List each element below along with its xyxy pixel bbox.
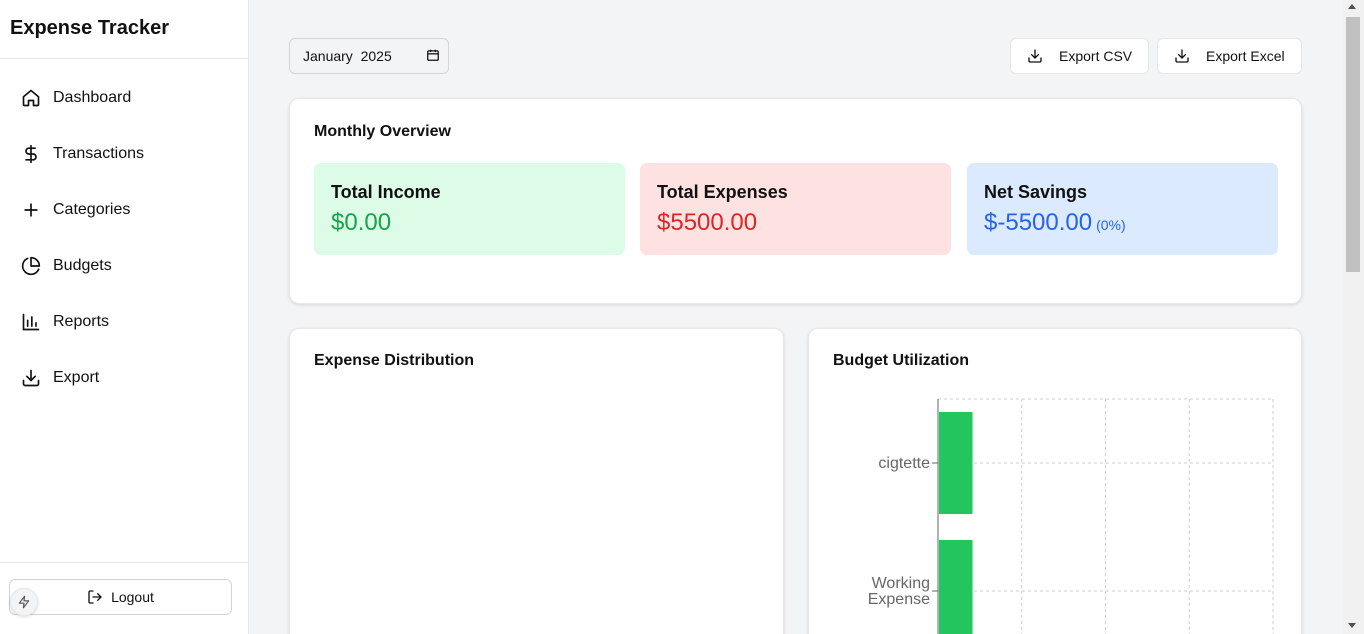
- y-tick-label: Working Expense: [868, 575, 930, 608]
- y-tick-label: cigtette: [878, 455, 930, 472]
- sidebar-item-categories[interactable]: Categories: [0, 182, 248, 238]
- sidebar-item-label: Categories: [53, 201, 131, 218]
- sidebar-item-label: Reports: [53, 313, 110, 330]
- export-csv-label: Export CSV: [1059, 48, 1133, 64]
- total-expenses-label: Total Expenses: [657, 182, 788, 202]
- total-expenses-value: $5500.00: [657, 209, 758, 236]
- scroll-down-arrow[interactable]: [1348, 623, 1356, 628]
- total-income-card: Total Income $0.00: [314, 163, 625, 255]
- home-icon: [21, 88, 41, 108]
- sidebar-item-export[interactable]: Export: [0, 350, 248, 406]
- sidebar-footer: Logout: [0, 562, 248, 634]
- total-income-value: $0.00: [331, 209, 392, 236]
- vertical-scrollbar[interactable]: [1342, 0, 1364, 634]
- budget-utilization-chart: cigtette Working Expense: [868, 398, 1274, 634]
- net-savings-card: Net Savings $-5500.00 (0%): [967, 163, 1278, 255]
- bar: [939, 412, 973, 514]
- sidebar-item-label: Transactions: [53, 145, 144, 162]
- monthly-overview-title: Monthly Overview: [314, 123, 451, 140]
- pie-chart-icon: [21, 256, 41, 276]
- sidebar-item-reports[interactable]: Reports: [0, 294, 248, 350]
- app-title: Expense Tracker: [0, 0, 248, 59]
- sidebar-item-transactions[interactable]: Transactions: [0, 126, 248, 182]
- net-savings-row: $-5500.00 (0%): [984, 209, 1261, 237]
- plus-icon: [21, 200, 41, 220]
- scrollbar-thumb[interactable]: [1346, 17, 1360, 272]
- sidebar-item-dashboard[interactable]: Dashboard: [0, 70, 248, 126]
- bolt-icon: [18, 595, 30, 609]
- logout-icon: [88, 590, 102, 604]
- calendar-icon[interactable]: [426, 48, 440, 62]
- logout-button[interactable]: Logout: [9, 579, 232, 615]
- expense-distribution-title: Expense Distribution: [314, 352, 475, 369]
- sidebar-nav: Dashboard Transactions Categories Budget…: [0, 59, 248, 406]
- download-icon: [1028, 49, 1042, 63]
- export-csv-button[interactable]: Export CSV: [1010, 38, 1149, 74]
- export-excel-label: Export Excel: [1206, 48, 1285, 64]
- month-value: January 2025: [303, 48, 392, 64]
- sidebar-item-label: Budgets: [53, 257, 112, 274]
- main-content: January 2025 Export CSV Export Excel Mon…: [250, 0, 1342, 634]
- bar: [939, 540, 973, 634]
- sidebar-item-label: Export: [53, 369, 100, 386]
- total-income-label: Total Income: [331, 182, 441, 202]
- sidebar-item-label: Dashboard: [53, 89, 132, 106]
- bolt-badge[interactable]: [10, 588, 38, 616]
- total-expenses-card: Total Expenses $5500.00: [640, 163, 951, 255]
- net-savings-percent: (0%): [1096, 217, 1126, 233]
- net-savings-label: Net Savings: [984, 182, 1088, 202]
- sidebar: Expense Tracker Dashboard Transactions C…: [0, 0, 249, 634]
- logout-label: Logout: [111, 589, 154, 605]
- download-icon: [21, 368, 41, 388]
- sidebar-item-budgets[interactable]: Budgets: [0, 238, 248, 294]
- download-icon: [1175, 49, 1189, 63]
- export-excel-button[interactable]: Export Excel: [1157, 38, 1302, 74]
- scroll-up-arrow[interactable]: [1348, 4, 1356, 9]
- expense-distribution-card: Expense Distribution: [289, 328, 784, 634]
- bar-chart-icon: [21, 312, 41, 332]
- dollar-icon: [21, 144, 41, 164]
- net-savings-value: $-5500.00: [984, 209, 1093, 236]
- month-picker[interactable]: January 2025: [289, 38, 449, 74]
- monthly-overview-card: Monthly Overview Total Income $0.00 Tota…: [289, 98, 1302, 304]
- budget-utilization-card: Budget Utilization cigtette Working Expens…: [808, 328, 1302, 634]
